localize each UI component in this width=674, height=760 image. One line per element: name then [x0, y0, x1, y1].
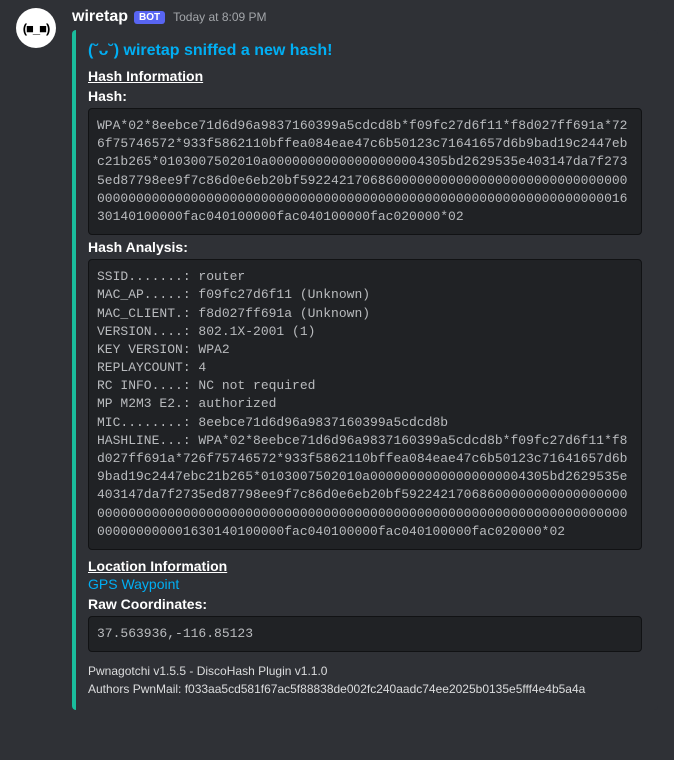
bot-tag: BOT — [134, 11, 165, 24]
raw-coords-codeblock[interactable]: 37.563936,-116.85123 — [88, 616, 642, 652]
timestamp: Today at 8:09 PM — [173, 10, 266, 24]
embed: (˘ᴗ˘) wiretap sniffed a new hash! Hash I… — [72, 30, 658, 710]
location-info-heading: Location Information — [88, 558, 642, 574]
hash-analysis-codeblock[interactable]: SSID.......: router MAC_AP.....: f09fc27… — [88, 259, 642, 550]
avatar-text: (■_■) — [23, 21, 50, 36]
footer-line1: Pwnagotchi v1.5.5 - DiscoHash Plugin v1.… — [88, 662, 642, 680]
gps-waypoint-link[interactable]: GPS Waypoint — [88, 576, 642, 592]
embed-title: (˘ᴗ˘) wiretap sniffed a new hash! — [88, 42, 642, 60]
message-header: wiretap BOT Today at 8:09 PM — [72, 8, 658, 26]
message-content: wiretap BOT Today at 8:09 PM (˘ᴗ˘) wiret… — [72, 8, 658, 710]
embed-footer: Pwnagotchi v1.5.5 - DiscoHash Plugin v1.… — [88, 662, 642, 698]
avatar[interactable]: (■_■) — [16, 8, 56, 48]
hash-analysis-label: Hash Analysis: — [88, 239, 642, 255]
footer-line2: Authors PwnMail: f033aa5cd581f67ac5f8883… — [88, 680, 642, 698]
hash-codeblock[interactable]: WPA*02*8eebce71d6d96a9837160399a5cdcd8b*… — [88, 108, 642, 235]
discord-message: (■_■) wiretap BOT Today at 8:09 PM (˘ᴗ˘)… — [0, 0, 674, 718]
username[interactable]: wiretap — [72, 8, 128, 26]
raw-coords-label: Raw Coordinates: — [88, 596, 642, 612]
hash-info-heading: Hash Information — [88, 68, 642, 84]
hash-label: Hash: — [88, 88, 642, 104]
